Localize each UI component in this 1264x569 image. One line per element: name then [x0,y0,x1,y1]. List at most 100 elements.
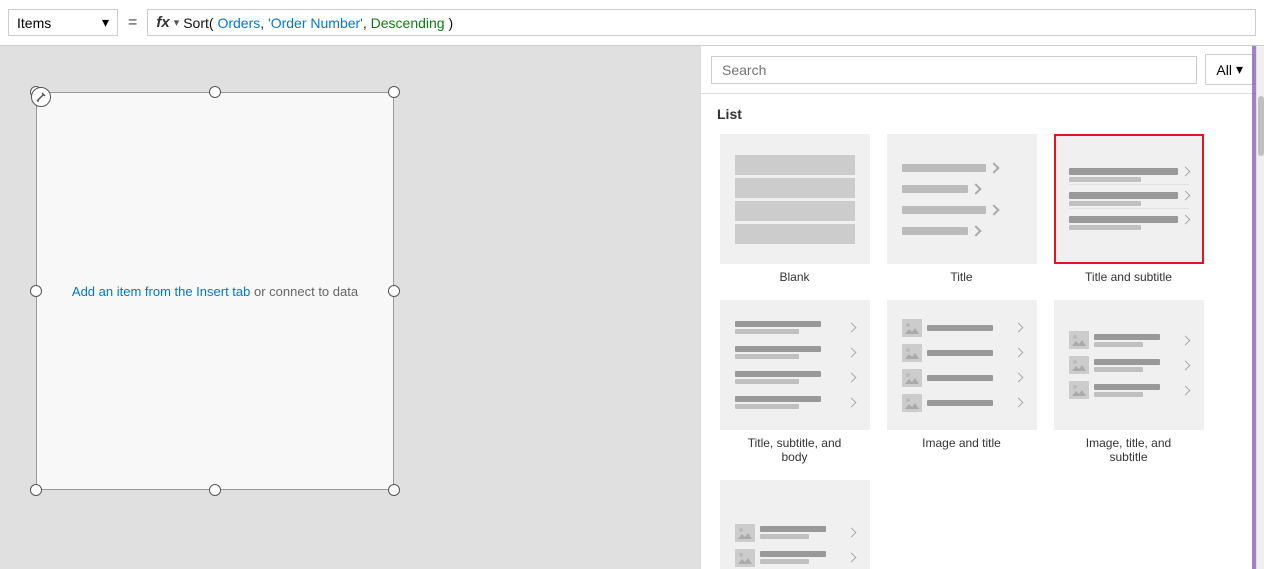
imgtitle-img-2 [902,344,922,362]
imgtitle-lines-1 [927,325,1010,331]
ts-sub-2 [1069,201,1141,206]
template-grid-row1: Blank [717,134,1248,284]
imgtitle-t-2 [927,350,993,356]
handle-top-right[interactable] [388,86,400,98]
search-input[interactable] [722,62,1186,78]
title-bar-3 [902,206,986,214]
imgts-t-2 [1094,359,1160,365]
search-input-wrapper[interactable] [711,56,1197,84]
extra-chev-2 [846,553,856,563]
ts-chevron-1 [1180,167,1190,177]
handle-bot-right[interactable] [388,484,400,496]
image-title-subtitle-label: Image, title, andsubtitle [1086,436,1171,464]
title-chevron-4 [970,225,981,236]
ts-row-1 [1069,166,1189,185]
imgts-chev-2 [1180,360,1190,370]
handle-bot-left[interactable] [30,484,42,496]
imgts-lines-3 [1094,384,1177,397]
template-item-image-title-subtitle[interactable]: Image, title, andsubtitle [1051,300,1206,464]
template-item-title[interactable]: Title [884,134,1039,284]
template-item-blank[interactable]: Blank [717,134,872,284]
imgts-img-3 [1069,381,1089,399]
all-dropdown[interactable]: All ▾ [1205,54,1254,85]
canvas-container: Add an item from the Insert tab or conne… [20,76,410,506]
it-row-1 [735,318,855,338]
top-bar: Items ▾ = fx ▾ Sort( Orders, 'Order Numb… [0,0,1264,46]
title-chevron-3 [988,204,999,215]
template-item-tsb[interactable]: Title, subtitle, andbody [717,300,872,464]
it-t-3 [735,371,821,377]
title-bar-4 [902,227,968,235]
canvas-content: Add an item from the Insert tab or conne… [37,93,393,489]
img-icon-3 [905,372,919,384]
items-dropdown[interactable]: Items ▾ [8,9,118,36]
it-s-4 [735,404,800,409]
all-label: All [1216,62,1232,78]
imgtitle-lines-2 [927,350,1010,356]
it-row-3 [735,368,855,388]
template-item-title-subtitle[interactable]: Title and subtitle [1051,134,1206,284]
handle-mid-right[interactable] [388,285,400,297]
template-preview-tsb [720,300,870,430]
imgts-row-1 [1069,330,1189,350]
it-t-2 [735,346,821,352]
section-title: List [717,106,1248,122]
handle-top-mid[interactable] [209,86,221,98]
handle-mid-left[interactable] [30,285,42,297]
blank-label: Blank [779,270,809,284]
formula-bar[interactable]: fx ▾ Sort( Orders, 'Order Number', Desce… [147,9,1256,36]
it-row-2 [735,343,855,363]
scrollbar-thumb[interactable] [1258,96,1264,156]
equals-sign: = [122,14,143,32]
extra-preview-inner [735,490,855,569]
items-label: Items [17,15,51,31]
imgtitle-row-4 [902,393,1022,413]
extra-icon-2 [738,552,752,564]
extra-s-1 [760,534,810,539]
imgtitle-row-3 [902,368,1022,388]
title-label: Title [950,270,972,284]
ts-title-2 [1069,192,1178,199]
it-s-2 [735,354,800,359]
imgts-lines-1 [1094,334,1177,347]
extra-lines-1 [760,526,843,539]
extra-t-1 [760,526,826,532]
ts-row-3 [1069,214,1189,232]
blank-preview-inner [735,144,855,254]
purple-accent [1252,46,1256,569]
insert-tab-link[interactable]: Add an item from the Insert tab [72,284,250,299]
title-chevron-1 [988,162,999,173]
all-chevron-icon: ▾ [1236,61,1243,78]
imgtitle-lines-3 [927,375,1010,381]
fx-label: fx [156,14,169,31]
imgts-row-2 [1069,355,1189,375]
imgtitle-lines-4 [927,400,1010,406]
scrollbar[interactable] [1256,46,1264,569]
title-row-4 [902,223,1022,239]
handle-bot-mid[interactable] [209,484,221,496]
it-row-4 [735,393,855,413]
imgts-row-3 [1069,380,1189,400]
tsb-label: Title, subtitle, andbody [748,436,842,464]
template-item-image-title[interactable]: Image and title [884,300,1039,464]
ts-row-2 [1069,190,1189,209]
extra-chev-1 [846,528,856,538]
it-t-1 [735,321,821,327]
imgtitle-t-4 [927,400,993,406]
extra-row-1 [735,523,855,543]
extra-lines-2 [760,551,843,564]
title-row-1 [902,160,1022,176]
img-icon-2 [905,347,919,359]
pencil-icon[interactable] [31,87,51,107]
template-preview-extra [720,480,870,569]
template-grid-row3 [717,480,1248,569]
imgtitle-img-4 [902,394,922,412]
search-bar: All ▾ [701,46,1264,94]
template-item-extra[interactable] [717,480,872,569]
blank-row-1 [735,155,855,175]
it-lines-4 [735,396,843,409]
blank-row-2 [735,178,855,198]
selection-box: Add an item from the Insert tab or conne… [36,92,394,490]
it-lines-2 [735,346,843,359]
it-t-4 [735,396,821,402]
